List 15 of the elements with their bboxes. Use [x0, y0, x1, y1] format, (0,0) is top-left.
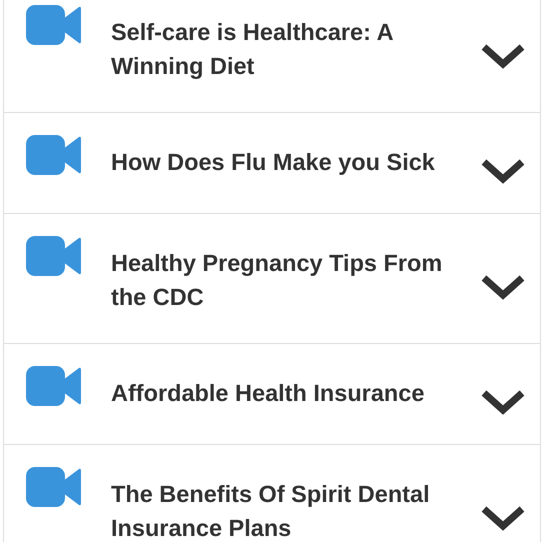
video-camera-icon	[26, 135, 81, 175]
video-title-link[interactable]: The Benefits Of Spirit Dental Insurance Plans	[111, 477, 471, 542]
video-title-link[interactable]: Affordable Health Insurance	[111, 376, 471, 410]
video-camera-icon	[26, 366, 81, 406]
video-title-link[interactable]: Self-care is Healthcare: A Winning Diet	[111, 15, 471, 83]
video-camera-icon	[26, 236, 81, 276]
video-camera-icon	[26, 467, 81, 507]
chevron-down-icon[interactable]	[481, 504, 525, 530]
chevron-down-icon[interactable]	[481, 157, 525, 184]
video-camera-icon	[26, 5, 81, 45]
chevron-down-icon[interactable]	[481, 388, 525, 415]
video-title-link[interactable]: How Does Flu Make you Sick	[111, 145, 471, 179]
chevron-down-icon[interactable]	[481, 42, 525, 68]
video-title-link[interactable]: Healthy Pregnancy Tips From the CDC	[111, 246, 471, 314]
chevron-down-icon[interactable]	[481, 272, 525, 300]
